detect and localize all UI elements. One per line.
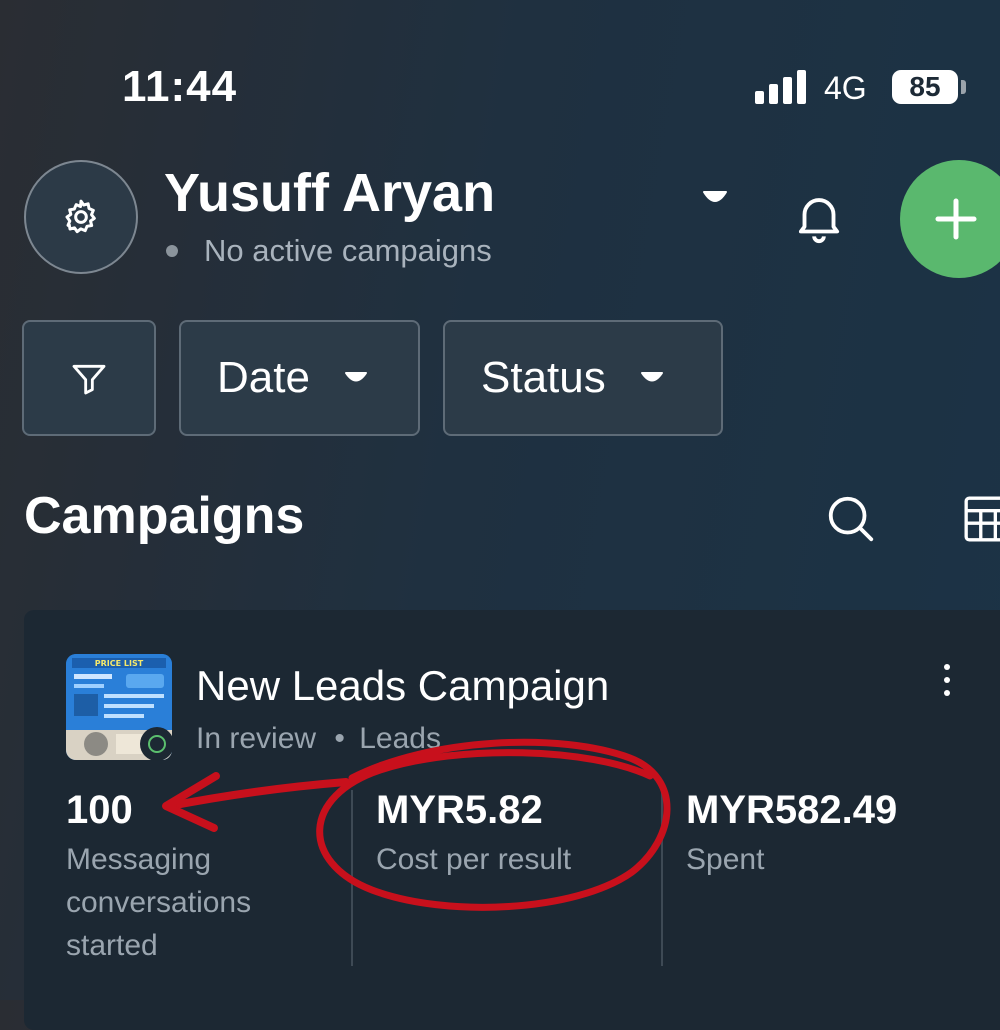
review-status: In review bbox=[196, 722, 317, 755]
account-status-text: No active campaigns bbox=[204, 233, 492, 268]
filter-button[interactable] bbox=[22, 320, 156, 436]
status-dot bbox=[166, 245, 178, 257]
caret-down-icon[interactable] bbox=[702, 188, 728, 208]
section-title: Campaigns bbox=[24, 487, 305, 545]
status-ring-icon bbox=[140, 727, 174, 761]
search-icon[interactable] bbox=[824, 492, 878, 546]
metric-cost-label: Cost per result bbox=[376, 843, 572, 876]
metric-divider bbox=[351, 790, 353, 966]
status-time: 11:44 bbox=[122, 62, 238, 111]
battery-level: 85 bbox=[892, 70, 958, 104]
account-status: No active campaigns bbox=[164, 233, 492, 269]
network-type: 4G bbox=[824, 70, 867, 106]
status-filter-dropdown[interactable]: Status bbox=[443, 320, 723, 436]
subtitle-separator: • bbox=[334, 722, 345, 755]
table-icon[interactable] bbox=[962, 494, 1000, 544]
metric-results-label: Messaging conversations started bbox=[66, 843, 252, 962]
date-filter-label: Date bbox=[217, 353, 310, 402]
metric-results-value: 100 bbox=[66, 788, 133, 832]
filter-icon bbox=[72, 364, 106, 395]
create-campaign-button[interactable] bbox=[900, 160, 1000, 278]
status-filter-label: Status bbox=[481, 353, 606, 402]
gear-icon bbox=[65, 199, 96, 234]
bell-icon[interactable] bbox=[790, 188, 848, 246]
campaign-name[interactable]: New Leads Campaign bbox=[196, 662, 609, 710]
more-vertical-icon[interactable] bbox=[940, 664, 954, 704]
metric-cost-value: MYR5.82 bbox=[376, 788, 543, 832]
metric-divider bbox=[661, 790, 663, 966]
signal-strength-icon bbox=[755, 70, 807, 104]
plus-icon bbox=[935, 198, 977, 240]
campaign-objective: Leads bbox=[359, 722, 441, 755]
battery-tip bbox=[961, 80, 966, 94]
caret-down-icon bbox=[344, 372, 367, 382]
campaign-subtitle: In review • Leads bbox=[196, 722, 441, 756]
settings-button[interactable] bbox=[24, 160, 138, 274]
caret-down-icon bbox=[640, 372, 663, 382]
metric-spent-value: MYR582.49 bbox=[686, 788, 898, 832]
date-filter-dropdown[interactable]: Date bbox=[179, 320, 420, 436]
account-name[interactable]: Yusuff Aryan bbox=[164, 162, 495, 224]
thumbnail-text: PRICE LIST bbox=[95, 659, 144, 668]
metric-spent-label: Spent bbox=[686, 843, 765, 876]
